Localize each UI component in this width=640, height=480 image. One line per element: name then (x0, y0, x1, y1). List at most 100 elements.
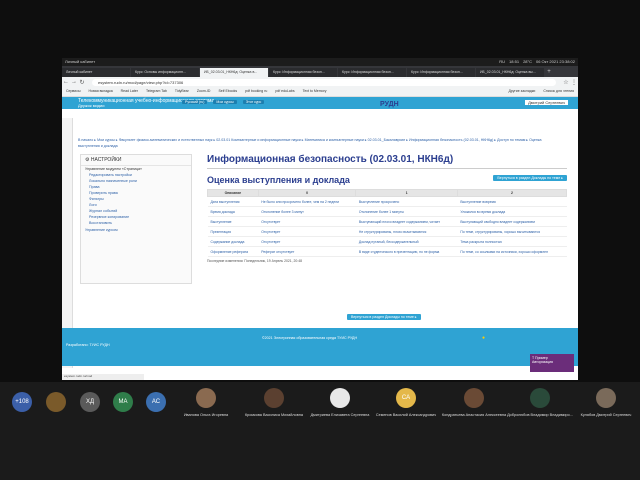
bookmark[interactable]: Self Ebooks (214, 87, 241, 96)
browser-tab[interactable]: Личный кабинет (62, 68, 130, 77)
browser-tab[interactable]: Курс: Информационная безоп... (338, 68, 406, 77)
settings-block: ⚙ НАСТРОЙКИ Управление модулем «Страница… (80, 154, 192, 284)
browser-tab[interactable]: Курс: Информационная безоп... (407, 68, 475, 77)
table-cell: По теме, со ссылками на источники, хорош… (457, 246, 567, 257)
table-cell: Отклонение более 1 минуты (355, 206, 458, 217)
new-tab-icon[interactable]: + (545, 68, 553, 77)
menu-icon[interactable]: ⋮ (570, 79, 578, 86)
reload-icon[interactable]: ↻ (78, 79, 86, 86)
participant-tile[interactable]: Кромкова Василиса Михайловна (240, 382, 308, 422)
participant-initials[interactable]: АС (146, 392, 166, 412)
menu-language[interactable]: Русский (ru) (182, 100, 208, 104)
table-cell: Реферат отсутствует (258, 246, 356, 257)
table-cell: В виде студенческого в презентацию, но н… (355, 246, 458, 257)
tray-clock[interactable]: 06 Окт 2021 23:38:02 (536, 58, 575, 66)
participant-tile[interactable]: Добролюбов Владимир Владимиро... (506, 382, 574, 422)
conference-strip: +108 ХД МА АС Иванова Ольга Игоревна Кро… (0, 382, 640, 480)
back-icon[interactable]: ← (62, 79, 70, 85)
tray-item[interactable]: 28°C (523, 58, 532, 66)
table-header-row: Описание 0 1 2 (207, 189, 568, 197)
notification-popup[interactable]: T Пример Авторизация (530, 354, 574, 372)
table-cell: Дата выступления (207, 196, 259, 207)
bookmark[interactable]: pdf eduLabs (271, 87, 298, 96)
participant-name: Добролюбов Владимир Владимиро... (507, 413, 573, 417)
table-row: Время доклада Отклонение более 3 минут О… (207, 206, 567, 217)
url-input[interactable]: esystem.rudn.ru/mod/page/view.php?id=737… (92, 78, 556, 86)
os-left-label[interactable]: Личный кабинет (62, 58, 98, 66)
breadcrumb[interactable]: В начало ▸ Мои курсы ▸ Факультет физико-… (78, 137, 558, 149)
table-row: Дата выступления Не было или просрочено … (207, 196, 567, 207)
browser-tab[interactable]: ИБ_02.03.01_НКН6д: Оценка вы... (476, 68, 544, 77)
bookmark[interactable]: Read Later (117, 87, 142, 96)
bookmark[interactable]: TidyBear (171, 87, 193, 96)
table-row: Выступление Отсутствует Выступающий плох… (207, 216, 567, 227)
bookmarks-bar: Сервисы Новая вкладка Read Later Telegra… (62, 87, 578, 97)
participant-name: Дмитриева Елизавета Сергеевна (310, 413, 370, 417)
site-menu: Русский (ru) Мои курсы Этот курс (182, 100, 265, 104)
back-to-section-button-bottom[interactable]: Вернуться в раздел Доклады по теме ▸ (347, 314, 421, 320)
table-row: Оформление реферата Реферат отсутствует … (207, 246, 567, 257)
browser-tab-bar: Личный кабинет Курс: Основы информационн… (62, 66, 578, 77)
main-content: Информационная безопасность (02.03.01, Н… (207, 154, 568, 320)
participant-name: Кромкова Василиса Михайловна (244, 413, 304, 417)
forward-icon[interactable]: → (70, 79, 78, 85)
menu-my-courses[interactable]: Мои курсы (213, 100, 237, 104)
table-row: Презентация Отсутствует Не структурирова… (207, 226, 567, 237)
participant-tile[interactable]: Кулябов Дмитрий Сергеевич (572, 382, 640, 422)
footer-copyright: ©2021 Электронная образовательная среда … (262, 336, 358, 340)
participant-initials[interactable]: ХД (80, 392, 100, 412)
os-tray: RU 18:51 28°C 06 Окт 2021 23:38:02 (499, 58, 578, 66)
bookmark[interactable]: Zoom-ID (193, 87, 215, 96)
participant-tile[interactable]: Иванова Ольга Игоревна (172, 382, 240, 422)
course-admin-link[interactable]: Управление курсом (81, 226, 191, 234)
table-row: Содержание доклада Отсутствует Доклад пу… (207, 236, 567, 247)
participant-tile[interactable]: Кондратьева Анастасия Алексеевна (440, 382, 508, 422)
participant-tile[interactable]: СА Семенов Василий Александрович (372, 382, 440, 422)
participant-tile[interactable]: Дмитриева Елизавета Сергеевна (306, 382, 374, 422)
browser-tab-active[interactable]: ИБ_02.03.01_НКН6д: Оценка в... (200, 68, 268, 77)
browser-tab[interactable]: Курс: Информационная безоп... (269, 68, 337, 77)
table-cell: Выступающий свободно владеет содержанием (457, 216, 567, 227)
table-cell: Отсутствует (258, 236, 356, 247)
table-cell: Оформление реферата (207, 246, 259, 257)
star-icon[interactable]: ☆ (562, 79, 570, 86)
table-cell: Отклонение более 3 минут (258, 206, 356, 217)
page-title: Информационная безопасность (02.03.01, Н… (207, 154, 567, 169)
table-cell: Тема раскрыта полностью (457, 236, 567, 247)
site-header: Телекоммуникационная учебно-информационн… (62, 97, 578, 119)
participant-avatar[interactable] (46, 392, 66, 412)
table-cell: Время доклада (207, 206, 259, 217)
site-subtitle: Дружок мидии (78, 103, 105, 108)
brand-bar: Телекоммуникационная учебно-информационн… (62, 97, 578, 109)
column-header: Описание (207, 189, 259, 197)
bookmark[interactable]: Telegram Tab (142, 87, 171, 96)
tray-item[interactable]: 18:51 (509, 58, 519, 66)
participant-name: Семенов Василий Александрович (375, 413, 437, 417)
popup-text: Авторизация (532, 360, 553, 364)
bookmark[interactable]: Сервисы (62, 87, 85, 96)
table-cell: Выступление (207, 216, 259, 227)
participant-initials[interactable]: МА (113, 392, 133, 412)
table-cell: Выступление просрочено (355, 196, 458, 207)
footer-credit[interactable]: Разработано: ТУИС РУДН (66, 343, 110, 347)
settings-title: ⚙ НАСТРОЙКИ (81, 155, 191, 166)
bookmark[interactable]: pdf booking ru (241, 87, 271, 96)
bookmark[interactable]: Text to Memory (299, 87, 331, 96)
menu-this-course[interactable]: Этот курс (242, 100, 265, 104)
table-cell: Уложился во время доклада (457, 206, 567, 217)
avatar (264, 388, 284, 408)
participant-name: Кондратьева Анастасия Алексеевна (441, 413, 507, 417)
bookmarks-right: Другие закладки Список для чтения (504, 87, 578, 96)
back-to-section-button[interactable]: Вернуться в раздел Доклады по теме ▸ (493, 175, 567, 181)
more-participants-badge[interactable]: +108 (12, 392, 32, 412)
user-menu[interactable]: Дмитрий Сергеевич (525, 100, 568, 105)
table-cell: Выступление вовремя (457, 196, 567, 207)
table-cell: Содержание доклада (207, 236, 259, 247)
participant-name: Иванова Ольга Игоревна (183, 413, 229, 417)
other-bookmarks[interactable]: Другие закладки (504, 87, 539, 96)
reading-list[interactable]: Список для чтения (539, 87, 578, 96)
bookmark[interactable]: Новая вкладка (85, 87, 117, 96)
browser-tab[interactable]: Курс: Основы информационн... (131, 68, 199, 77)
column-header: 1 (355, 189, 458, 197)
tray-item[interactable]: RU (499, 58, 505, 66)
